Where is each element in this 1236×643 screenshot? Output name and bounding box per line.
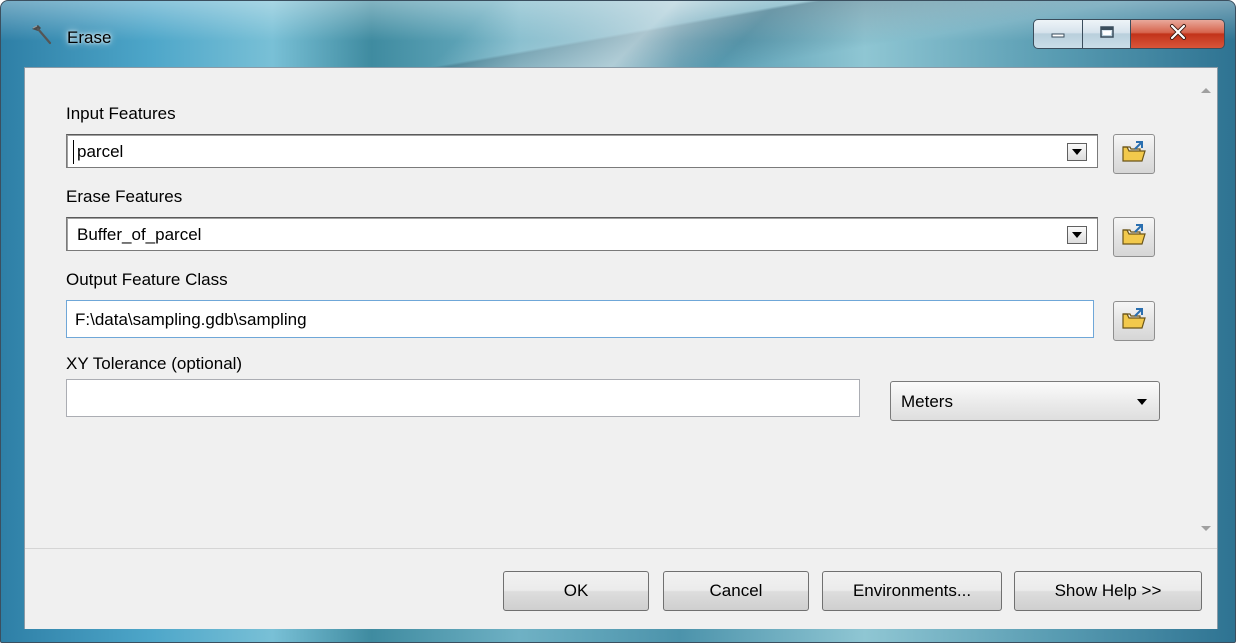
maximize-button[interactable] <box>1083 19 1131 49</box>
close-button[interactable] <box>1131 19 1225 49</box>
text-cursor <box>73 140 74 164</box>
open-folder-icon <box>1121 223 1147 252</box>
dialog-button-bar: OK Cancel Environments... Show Help >> <box>25 548 1217 629</box>
erase-features-browse-button[interactable] <box>1113 217 1155 257</box>
chevron-down-icon <box>1072 232 1082 238</box>
input-features-value: parcel <box>77 142 124 161</box>
xy-tolerance-field[interactable] <box>66 379 860 417</box>
open-folder-icon <box>1121 307 1147 336</box>
hammer-icon <box>29 23 53 47</box>
output-feature-class-field[interactable]: F:\data\sampling.gdb\sampling <box>66 300 1094 338</box>
input-features-dropdown-button[interactable] <box>1067 143 1087 161</box>
erase-features-label: Erase Features <box>66 187 183 206</box>
erase-features-dropdown-button[interactable] <box>1067 226 1087 244</box>
input-features-label: Input Features <box>66 104 176 123</box>
erase-features-combo[interactable]: Buffer_of_parcel <box>66 217 1098 251</box>
dialog-client-area: Input Features parcel Erase Features Buf… <box>24 67 1218 629</box>
output-feature-class-label: Output Feature Class <box>66 270 228 289</box>
erase-dialog-window: Erase Input Features parcel Erase Featur… <box>0 0 1236 643</box>
input-features-browse-button[interactable] <box>1113 134 1155 174</box>
maximize-icon <box>1099 25 1115 44</box>
xy-tolerance-unit-value: Meters <box>901 392 953 411</box>
chevron-down-icon <box>1072 149 1082 155</box>
window-title: Erase <box>67 28 112 47</box>
minimize-icon <box>1050 25 1066 43</box>
output-feature-class-browse-button[interactable] <box>1113 301 1155 341</box>
open-folder-icon <box>1121 140 1147 169</box>
xy-tolerance-label: XY Tolerance (optional) <box>66 354 243 373</box>
close-icon <box>1168 23 1188 46</box>
chevron-down-icon <box>1137 399 1147 405</box>
cancel-button[interactable]: Cancel <box>663 571 809 611</box>
title-bar[interactable]: Erase <box>1 1 1235 63</box>
xy-tolerance-unit-select[interactable]: Meters <box>890 381 1160 421</box>
erase-features-value: Buffer_of_parcel <box>77 225 202 244</box>
environments-button[interactable]: Environments... <box>822 571 1002 611</box>
caption-buttons <box>1033 19 1225 53</box>
minimize-button[interactable] <box>1033 19 1083 49</box>
show-help-button[interactable]: Show Help >> <box>1014 571 1202 611</box>
scroll-up-icon[interactable] <box>1201 88 1211 93</box>
scroll-down-icon[interactable] <box>1201 526 1211 531</box>
ok-button[interactable]: OK <box>503 571 649 611</box>
vertical-scrollbar[interactable] <box>1195 68 1217 547</box>
output-feature-class-value: F:\data\sampling.gdb\sampling <box>75 310 307 329</box>
parameters-panel: Input Features parcel Erase Features Buf… <box>25 68 1217 547</box>
input-features-combo[interactable]: parcel <box>66 134 1098 168</box>
